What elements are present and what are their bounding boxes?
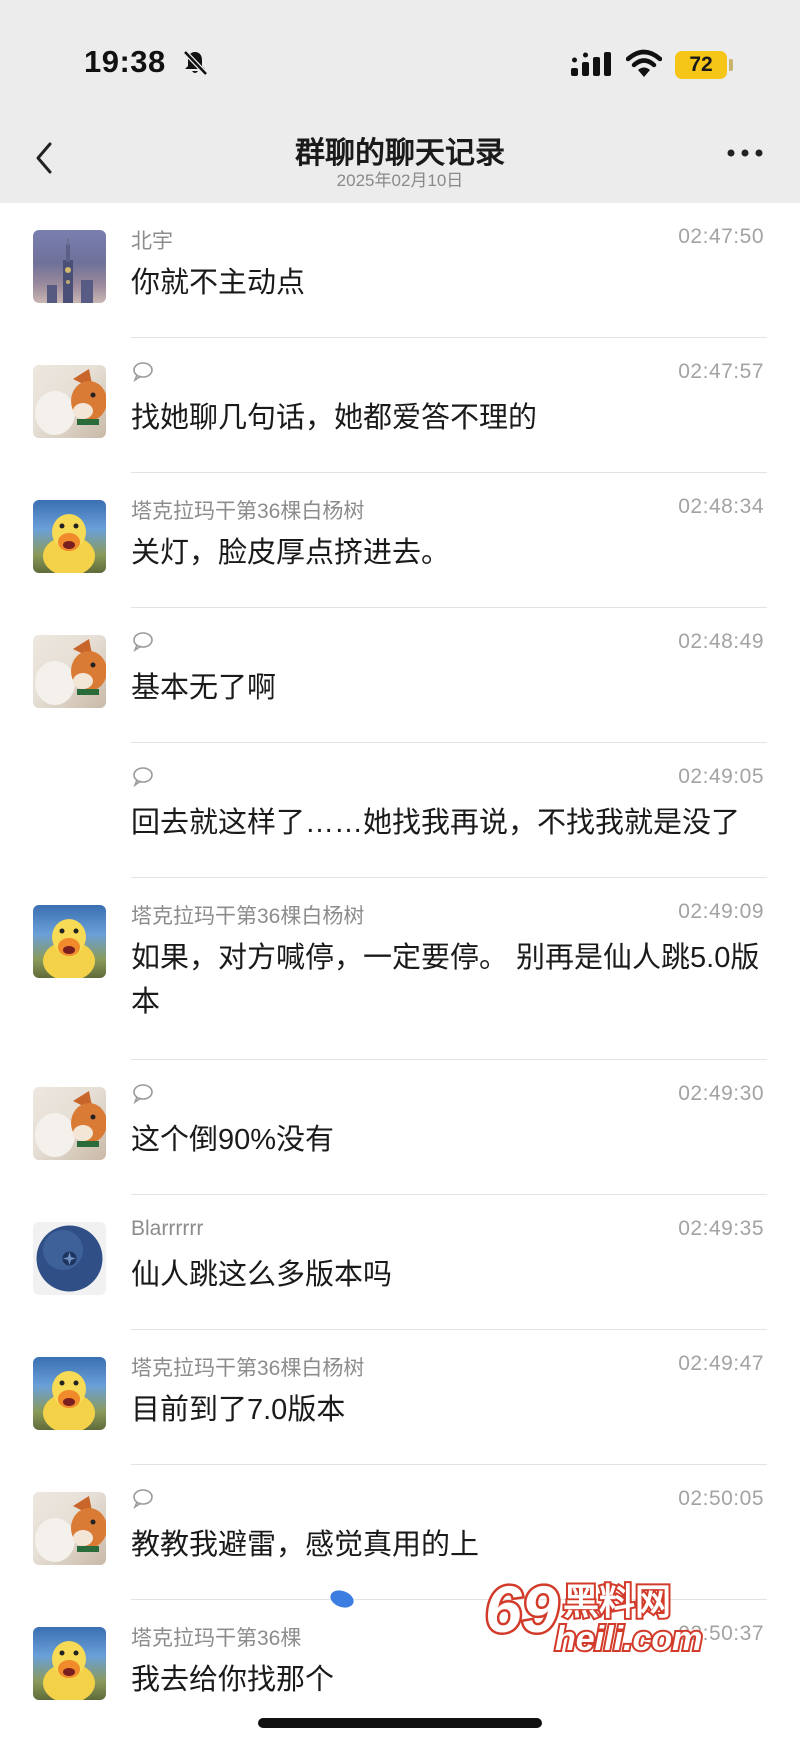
- message-row: 塔克拉玛干第36棵白杨树 02:48:34 关灯，脸皮厚点挤进去。: [0, 473, 800, 608]
- bubble-icon: [133, 362, 153, 383]
- cellular-signal-icon: [571, 52, 611, 76]
- watermark-logo: 69 黑料网 heili.com: [485, 1570, 704, 1661]
- fox-avatar[interactable]: [33, 365, 106, 438]
- message-row: 02:49:05 回去就这样了……她找我再说，不找我就是没了: [0, 743, 800, 878]
- message-list: 北宇 02:47:50 你就不主动点 02:47:57 找她聊几句话，她都爱答不…: [0, 203, 800, 1735]
- sender-name: 塔克拉玛干第36棵白杨树: [131, 905, 365, 928]
- header-area: 19:38 72 群聊的聊天记录 2025年02月10日: [0, 0, 800, 203]
- city-night-avatar[interactable]: [33, 230, 106, 303]
- bubble-icon: [133, 1084, 153, 1105]
- message-text: 找她聊几句话，她都爱答不理的: [131, 402, 538, 434]
- message-time: 02:48:34: [678, 495, 764, 518]
- message-time: 02:49:47: [678, 1352, 764, 1375]
- status-bar: 19:38 72: [0, 0, 800, 120]
- home-indicator[interactable]: [258, 1718, 542, 1728]
- svg-text:黑料网: 黑料网: [563, 1582, 671, 1623]
- message-time: 02:49:05: [678, 765, 764, 788]
- fox-avatar[interactable]: [33, 635, 106, 708]
- fox-avatar[interactable]: [33, 1492, 106, 1565]
- wifi-icon: [626, 49, 662, 77]
- message-text: 你就不主动点: [131, 267, 306, 299]
- message-row: 北宇 02:47:50 你就不主动点: [0, 203, 800, 338]
- message-time: 02:49:30: [678, 1082, 764, 1105]
- duck-avatar[interactable]: [33, 1357, 106, 1430]
- message-text: 这个倒90%没有: [131, 1124, 335, 1156]
- bubble-icon: [133, 632, 153, 653]
- bubble-icon: [133, 1489, 153, 1510]
- message-time: 02:49:09: [678, 900, 764, 923]
- status-time: 19:38: [84, 44, 166, 79]
- sender-name: 塔克拉玛干第36棵白杨树: [131, 1357, 365, 1380]
- sender-name: [131, 630, 157, 658]
- message-text: 关灯，脸皮厚点挤进去。: [131, 537, 451, 569]
- duck-avatar[interactable]: [33, 905, 106, 978]
- message-text: 目前到了7.0版本: [131, 1394, 346, 1426]
- battery-level: 72: [675, 51, 727, 79]
- message-text: 教教我避雷，感觉真用的上: [131, 1529, 480, 1561]
- message-row: 02:49:30 这个倒90%没有: [0, 1060, 800, 1195]
- message-text: 仙人跳这么多版本吗: [131, 1259, 393, 1291]
- message-time: 02:47:50: [678, 225, 764, 248]
- message-text: 基本无了啊: [131, 672, 277, 704]
- fox-avatar[interactable]: [33, 1087, 106, 1160]
- bell-slash-icon: [183, 50, 208, 76]
- message-text: 回去就这样了……她找我再说，不找我就是没了: [131, 807, 741, 839]
- duck-avatar[interactable]: [33, 500, 106, 573]
- svg-text:heili.com: heili.com: [555, 1620, 702, 1658]
- sender-name: [131, 1082, 157, 1110]
- nav-bar: 群聊的聊天记录 2025年02月10日: [0, 120, 800, 203]
- message-row: Blarrrrrr 02:49:35 仙人跳这么多版本吗: [0, 1195, 800, 1330]
- message-row: 塔克拉玛干第36棵白杨树 02:49:09 如果，对方喊停，一定要停。 别再是仙…: [0, 878, 800, 1060]
- message-time: 02:47:57: [678, 360, 764, 383]
- duck-avatar[interactable]: [33, 1627, 106, 1700]
- sender-name: [131, 360, 157, 388]
- sender-name: [131, 1487, 157, 1515]
- message-row: 02:48:49 基本无了啊: [0, 608, 800, 743]
- page-subtitle-date: 2025年02月10日: [336, 171, 464, 190]
- message-text: 如果，对方喊停，一定要停。 别再是仙人跳5.0版本: [131, 942, 760, 1018]
- sender-name: [131, 765, 157, 793]
- message-text: 我去给你找那个: [131, 1664, 335, 1696]
- sender-name: 塔克拉玛干第36棵: [131, 1627, 302, 1650]
- bubble-icon: [133, 767, 153, 788]
- sender-name: Blarrrrrr: [131, 1217, 204, 1240]
- message-row: 02:47:57 找她聊几句话，她都爱答不理的: [0, 338, 800, 473]
- message-time: 02:50:05: [678, 1487, 764, 1510]
- more-icon[interactable]: [726, 146, 764, 160]
- message-row: 塔克拉玛干第36棵白杨树 02:49:47 目前到了7.0版本: [0, 1330, 800, 1465]
- message-time: 02:49:35: [678, 1217, 764, 1240]
- battery-icon: [729, 59, 733, 71]
- sender-name: 北宇: [131, 230, 173, 253]
- message-time: 02:48:49: [678, 630, 764, 653]
- svg-text:69: 69: [485, 1572, 559, 1646]
- sender-name: 塔克拉玛干第36棵白杨树: [131, 500, 365, 523]
- blueberry-avatar[interactable]: [33, 1222, 106, 1295]
